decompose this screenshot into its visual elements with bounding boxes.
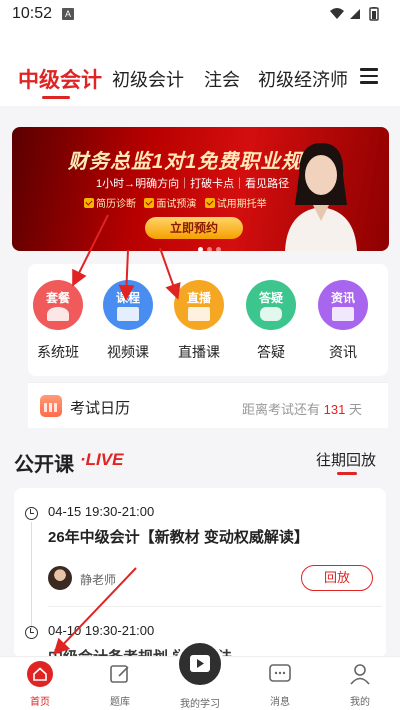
news-icon: 资讯 (318, 280, 368, 330)
category-system-class[interactable]: 套餐 系统班 (30, 280, 86, 362)
banner-check-item: 面试预演 (156, 199, 197, 210)
video-course-icon: 课程 (103, 280, 153, 330)
nav-question-bank[interactable]: 题库 (90, 661, 150, 708)
replay-button[interactable]: 回放 (301, 565, 373, 591)
live-badge: ·LIVE (80, 450, 124, 469)
category-label: 资讯 (329, 344, 357, 360)
menu-icon[interactable] (360, 68, 378, 84)
divider (48, 606, 382, 607)
status-bar: 10:52 A (0, 0, 400, 28)
exam-countdown: 距离考试还有 131 天 (242, 402, 362, 417)
category-qa[interactable]: 答疑 答疑 (243, 280, 299, 362)
category-label: 系统班 (37, 344, 79, 360)
banner-check-list: 简历诊断 面试预演 试用期托举 (84, 195, 267, 210)
carousel-indicator (198, 239, 225, 251)
edit-icon (107, 661, 133, 687)
play-icon (190, 655, 210, 672)
timeline-line (31, 522, 32, 630)
lesson-time: 04-15 19:30-21:00 (48, 504, 155, 519)
check-icon (84, 198, 94, 208)
tab-junior-accounting[interactable]: 初级会计 (112, 66, 184, 92)
lesson-title[interactable]: 26年中级会计【新教材 变动权威解读】 (48, 526, 309, 547)
exam-calendar-label: 考试日历 (70, 400, 131, 417)
top-category-tabs: 中级会计 初级会计 注会 初级经济师 (0, 28, 400, 106)
category-label: 视频课 (107, 344, 149, 360)
wifi-signal-battery-icon (330, 7, 379, 21)
category-live-class[interactable]: 直播 直播课 (171, 280, 227, 362)
nav-label: 我的 (350, 697, 370, 708)
category-label: 直播课 (178, 344, 220, 360)
section-title: 公开课 (14, 454, 74, 476)
notification-icon: A (62, 8, 74, 20)
promo-banner[interactable]: 财务总监1对1免费职业规划 1小时→明确方向｜打破卡点｜看见路径 简历诊断 面试… (12, 127, 389, 251)
nav-label: 消息 (270, 697, 290, 708)
nav-home[interactable]: 首页 (10, 661, 70, 708)
nav-label: 我的学习 (180, 699, 220, 710)
my-study-button[interactable] (176, 640, 224, 688)
status-icons (328, 7, 388, 26)
active-tab-indicator (42, 96, 70, 99)
category-news[interactable]: 资讯 资讯 (315, 280, 371, 362)
category-video-class[interactable]: 课程 视频课 (100, 280, 156, 362)
check-icon (204, 198, 215, 208)
tab-junior-economist[interactable]: 初级经济师 (258, 66, 348, 92)
profile-icon (347, 661, 373, 687)
category-label: 答疑 (257, 344, 285, 360)
exam-calendar-row[interactable]: 考试日历 距离考试还有 131 天 (28, 382, 388, 428)
banner-check-item: 试用期托举 (216, 199, 267, 210)
home-icon (27, 661, 53, 687)
message-icon (267, 661, 293, 687)
clock-icon (25, 507, 38, 520)
tab-intermediate-accounting[interactable]: 中级会计 (18, 64, 102, 94)
status-time: 10:52 (12, 5, 53, 22)
teacher-avatar (48, 566, 72, 590)
tab-cpa[interactable]: 注会 (204, 66, 240, 92)
banner-check-item: 简历诊断 (96, 199, 136, 210)
calendar-icon (40, 395, 62, 417)
check-icon (144, 198, 155, 208)
nav-profile[interactable]: 我的 (330, 661, 390, 708)
nav-label: 题库 (110, 697, 130, 708)
lesson-time: 04-10 19:30-21:00 (48, 623, 155, 638)
teacher-name: 静老师 (80, 573, 117, 587)
nav-messages[interactable]: 消息 (250, 661, 310, 708)
clock-icon (25, 626, 38, 639)
replay-tab-indicator (337, 472, 357, 475)
live-icon: 直播 (174, 280, 224, 330)
book-now-button[interactable]: 立即预约 (145, 217, 243, 239)
banner-subtitle: 1小时→明确方向｜打破卡点｜看见路径 (96, 178, 290, 190)
nav-label: 首页 (30, 697, 50, 708)
qa-icon: 答疑 (246, 280, 296, 330)
countdown-days: 131 (323, 402, 346, 417)
presenter-photo (285, 143, 357, 251)
past-replays-tab[interactable]: 往期回放 (316, 449, 376, 470)
package-icon: 套餐 (33, 280, 83, 330)
